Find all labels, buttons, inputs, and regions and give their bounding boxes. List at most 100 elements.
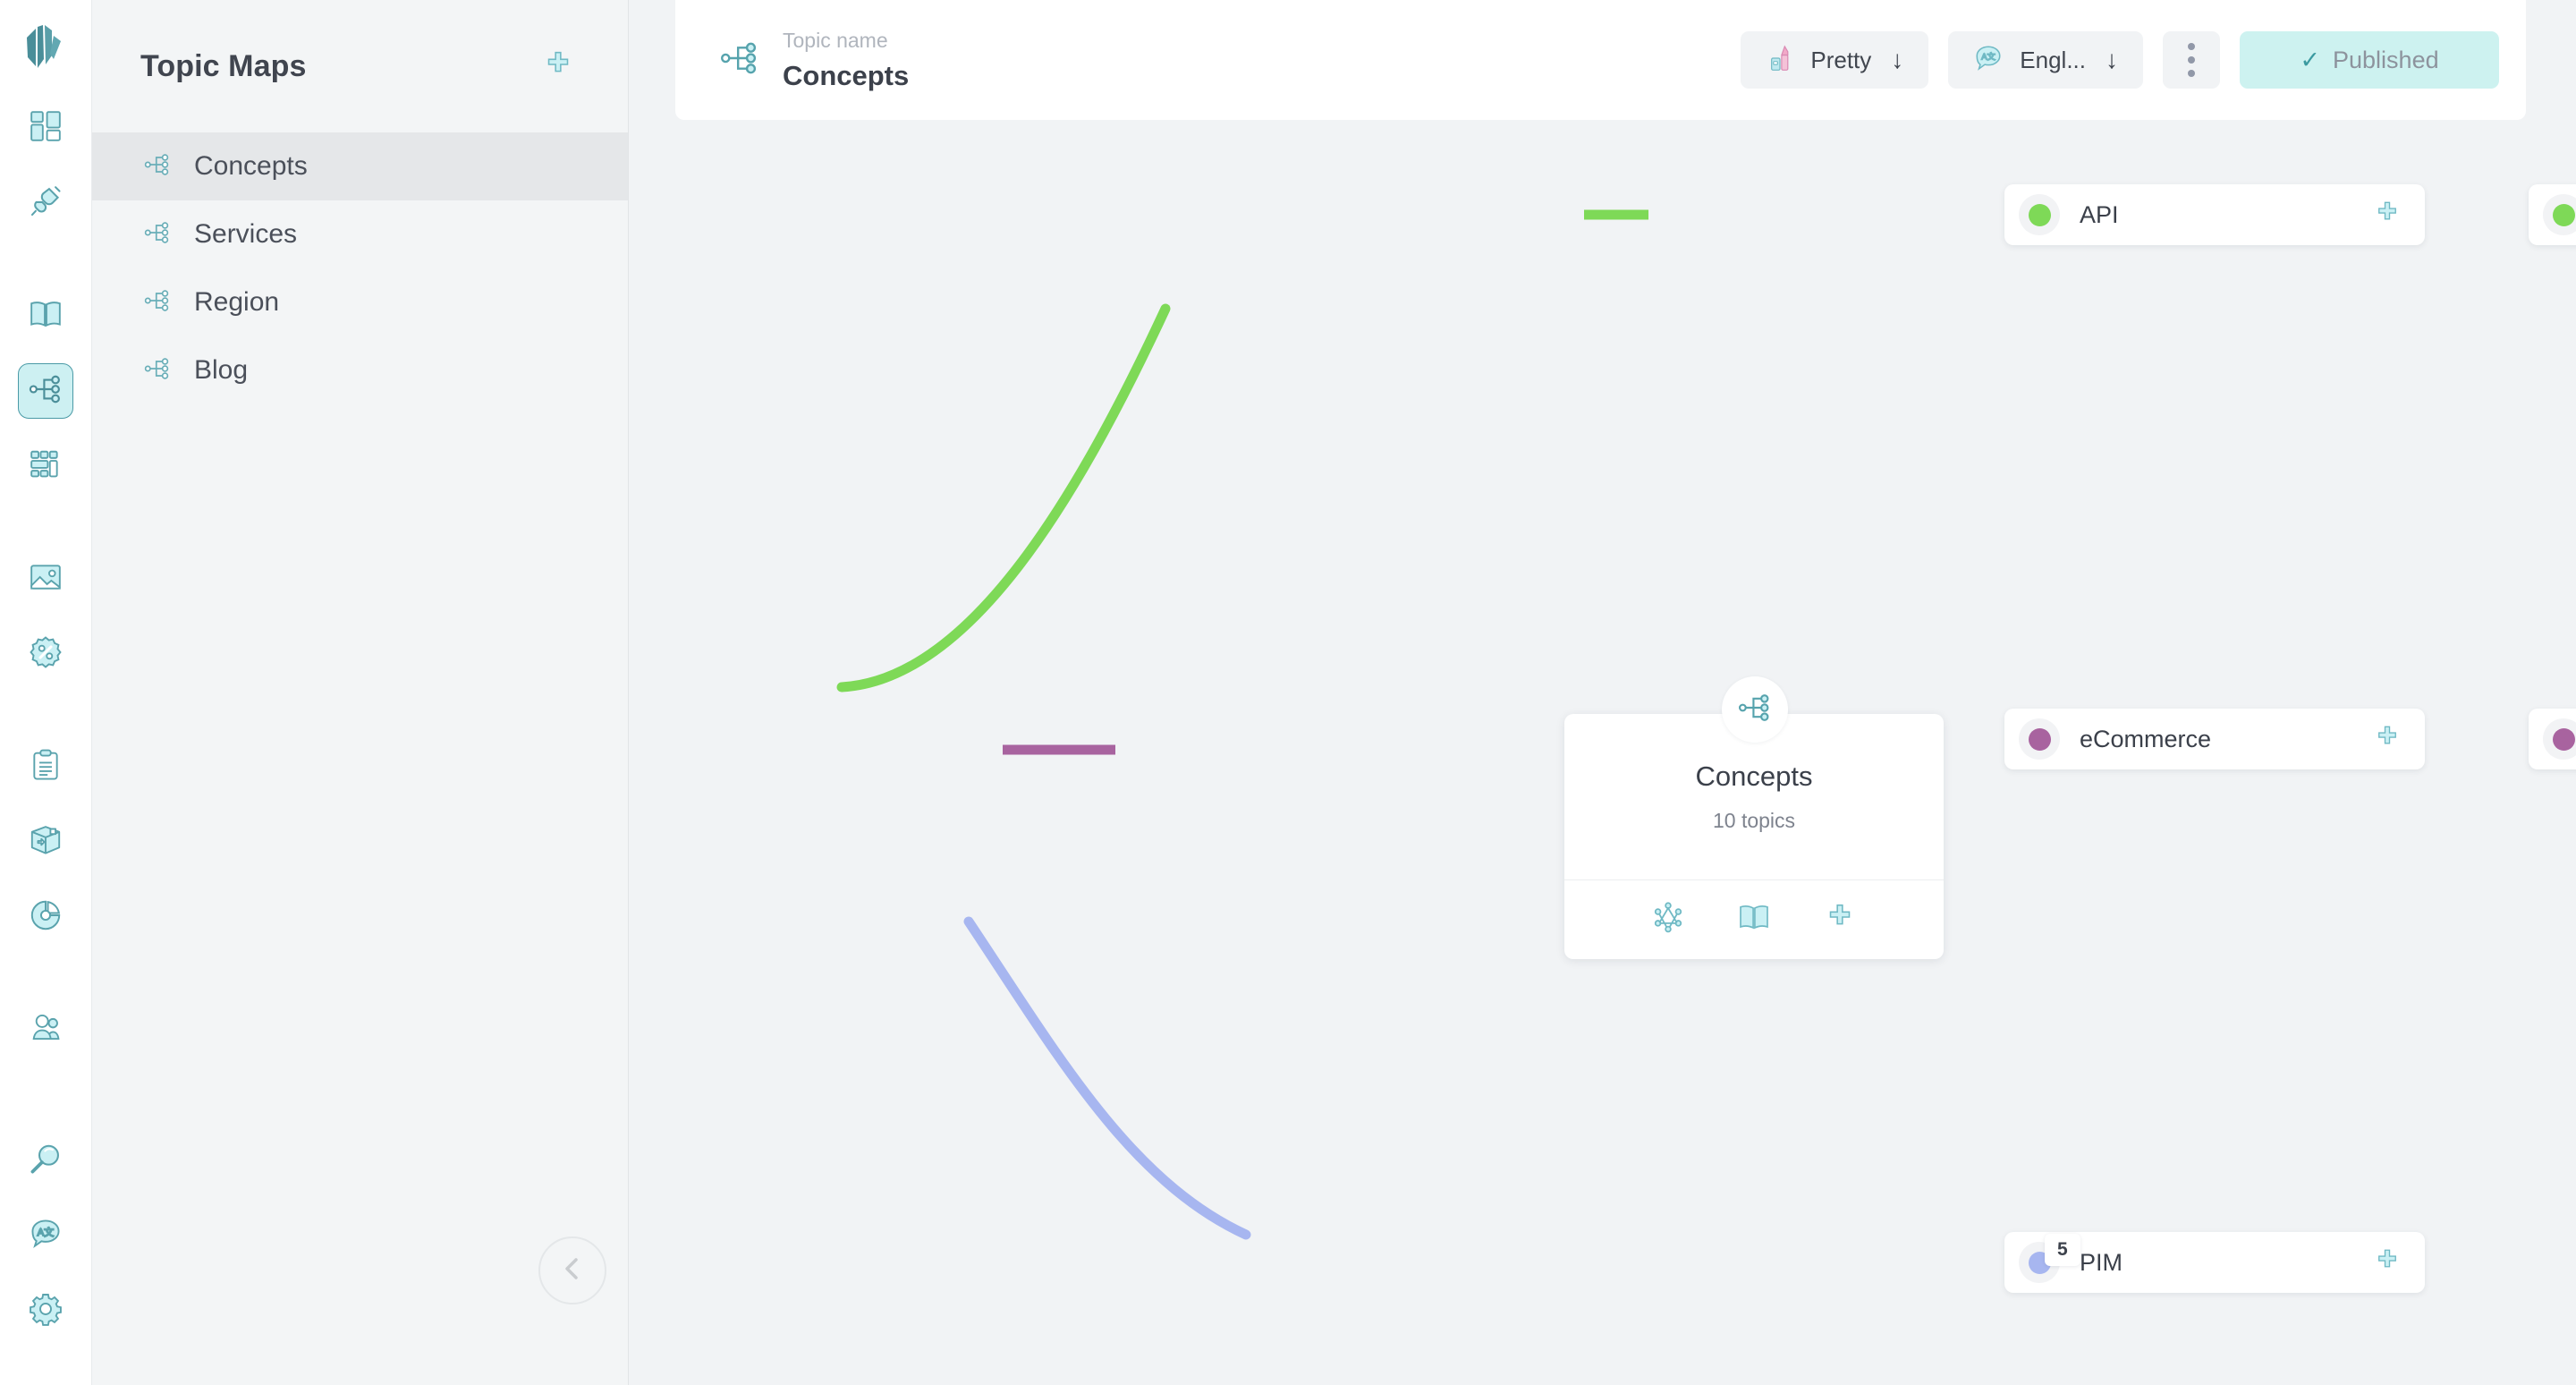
theme-selector-label: Pretty: [1810, 46, 1872, 73]
sidebar-item-analytics[interactable]: [18, 889, 73, 945]
add-child-topic-button[interactable]: [2373, 200, 2402, 229]
dashboard-blocks-icon: [29, 109, 63, 148]
topic-node-label: eCommerce: [2080, 725, 2212, 752]
image-media-icon: [29, 560, 63, 599]
add-child-topic-button[interactable]: [2373, 1248, 2402, 1277]
sidebar-item-languages[interactable]: A文: [18, 1208, 73, 1263]
language-selector-label: Engl...: [2020, 46, 2086, 73]
settings-gear-icon: [29, 1292, 63, 1330]
node-status-dot-wrap: [2543, 718, 2576, 760]
kebab-menu-icon: [2188, 70, 2195, 77]
hub-docs-button[interactable]: [1734, 900, 1774, 939]
topic-name-value: Concepts: [783, 59, 910, 91]
edge-concepts-pim: [963, 916, 1251, 1240]
node-status-dot-wrap: [2019, 718, 2060, 760]
sidebar-item-orders[interactable]: [18, 739, 73, 794]
publish-status-button[interactable]: ✓ Published: [2240, 31, 2499, 89]
topic-map-icon: [720, 38, 759, 82]
discount-percent-icon: [29, 635, 63, 674]
topic-toolbar: Topic name Concepts Pretty ↓ A文 Engl... …: [675, 0, 2526, 120]
hub-node-concepts[interactable]: Concepts 10 topics: [1564, 714, 1944, 959]
node-status-dot-wrap: [2019, 194, 2060, 235]
theme-selector-button[interactable]: Pretty ↓: [1741, 31, 1929, 89]
status-dot-icon: [2552, 203, 2575, 226]
language-selector-button[interactable]: A文 Engl... ↓: [1948, 31, 2143, 89]
crystal-logo-icon[interactable]: [18, 21, 73, 81]
publish-status-label: Published: [2333, 46, 2439, 73]
toolbar-meta: Topic name Concepts: [783, 29, 909, 92]
sidebar-item-settings[interactable]: [18, 1283, 73, 1338]
clipboard-list-icon: [29, 748, 63, 786]
sidebar-item-customers[interactable]: [18, 1002, 73, 1058]
sidebar-item-label: Concepts: [194, 151, 308, 181]
node-status-dot-wrap: [2543, 194, 2576, 235]
sidebar-item-topic-maps[interactable]: [18, 363, 73, 419]
sidebar-item-integrations[interactable]: [18, 175, 73, 231]
search-magnifier-icon: [29, 1142, 63, 1180]
toolbar-actions: Pretty ↓ A文 Engl... ↓ ✓ Published: [1741, 31, 2499, 89]
sidebar-item-label: Services: [194, 219, 298, 249]
chevron-down-icon: ↓: [1891, 46, 1904, 73]
topic-map-icon: [144, 287, 171, 319]
page-title: Topic Maps: [140, 48, 307, 83]
status-dot-icon: [2552, 727, 2575, 751]
status-dot-icon: [2028, 203, 2051, 226]
sidebar-item-concepts[interactable]: Concepts: [92, 132, 628, 200]
app-root: A文 Topic Maps Concepts Services Region B…: [0, 0, 2576, 1385]
topic-node-api[interactable]: API: [2004, 184, 2425, 245]
hub-add-button[interactable]: [1820, 900, 1860, 939]
plus-icon: [543, 49, 573, 84]
graphql-node-icon: [1652, 901, 1684, 938]
kebab-menu-icon: [2188, 43, 2195, 50]
topic-maps-sidebar: Topic Maps Concepts Services Region Blog: [92, 0, 629, 1385]
topic-map-icon: [29, 372, 63, 411]
hub-graphql-button[interactable]: [1648, 900, 1688, 939]
shipping-box-icon: [29, 823, 63, 862]
topic-node-headless[interactable]: Headless: [2529, 184, 2576, 245]
topic-map-canvas-area: Topic name Concepts Pretty ↓ A文 Engl... …: [629, 0, 2576, 1385]
sidebar-collapse-button[interactable]: [538, 1236, 606, 1304]
topic-node-ecommerce[interactable]: eCommerce: [2004, 709, 2425, 769]
lipstick-icon: [1766, 44, 1794, 77]
hub-title: Concepts: [1695, 760, 1813, 792]
plug-connector-icon: [29, 184, 63, 223]
edge-concepts-api: [836, 303, 1171, 692]
sidebar-item-label: Blog: [194, 355, 249, 385]
sidebar-item-docs[interactable]: [18, 288, 73, 344]
svg-text:A文: A文: [1982, 51, 1996, 61]
open-book-icon: [29, 297, 63, 336]
plus-icon: [2374, 724, 2401, 755]
chevron-left-icon: [558, 1254, 587, 1287]
sidebar-item-label: Region: [194, 287, 280, 317]
sidebar-header: Topic Maps: [92, 0, 628, 132]
topic-map-icon: [1738, 691, 1772, 729]
sidebar-item-discounts[interactable]: [18, 626, 73, 682]
plus-icon: [2374, 1247, 2401, 1279]
users-group-icon: [29, 1011, 63, 1049]
add-topic-map-button[interactable]: [540, 48, 576, 84]
topic-node-currency[interactable]: Currency: [2529, 709, 2576, 769]
sidebar-item-search[interactable]: [18, 1133, 73, 1188]
hub-avatar[interactable]: [1722, 676, 1788, 743]
hub-topic-count: 10 topics: [1712, 809, 1796, 832]
svg-text:A文: A文: [38, 1226, 54, 1238]
toolbar-title-group: Topic name Concepts: [720, 29, 909, 92]
topic-map-icon: [144, 219, 171, 251]
sidebar-item-services[interactable]: Services: [92, 200, 628, 268]
chevron-down-icon: ↓: [2106, 46, 2118, 73]
sidebar-item-dashboard[interactable]: [18, 100, 73, 156]
topic-node-label: PIM: [2080, 1248, 2123, 1276]
topic-node-label: API: [2080, 200, 2119, 228]
sidebar-item-blog[interactable]: Blog: [92, 336, 628, 404]
sidebar-item-region[interactable]: Region: [92, 268, 628, 336]
add-child-topic-button[interactable]: [2373, 725, 2402, 753]
kebab-menu-icon: [2188, 56, 2195, 64]
topic-name-label: Topic name: [783, 28, 888, 52]
translate-bubble-icon: A文: [1973, 43, 2004, 78]
more-options-button[interactable]: [2163, 31, 2220, 89]
translate-bubble-icon: A文: [29, 1217, 63, 1255]
sidebar-item-shipping[interactable]: [18, 814, 73, 870]
sidebar-item-media[interactable]: [18, 551, 73, 607]
sidebar-item-layouts[interactable]: [18, 438, 73, 494]
status-dot-icon: [2028, 727, 2051, 751]
